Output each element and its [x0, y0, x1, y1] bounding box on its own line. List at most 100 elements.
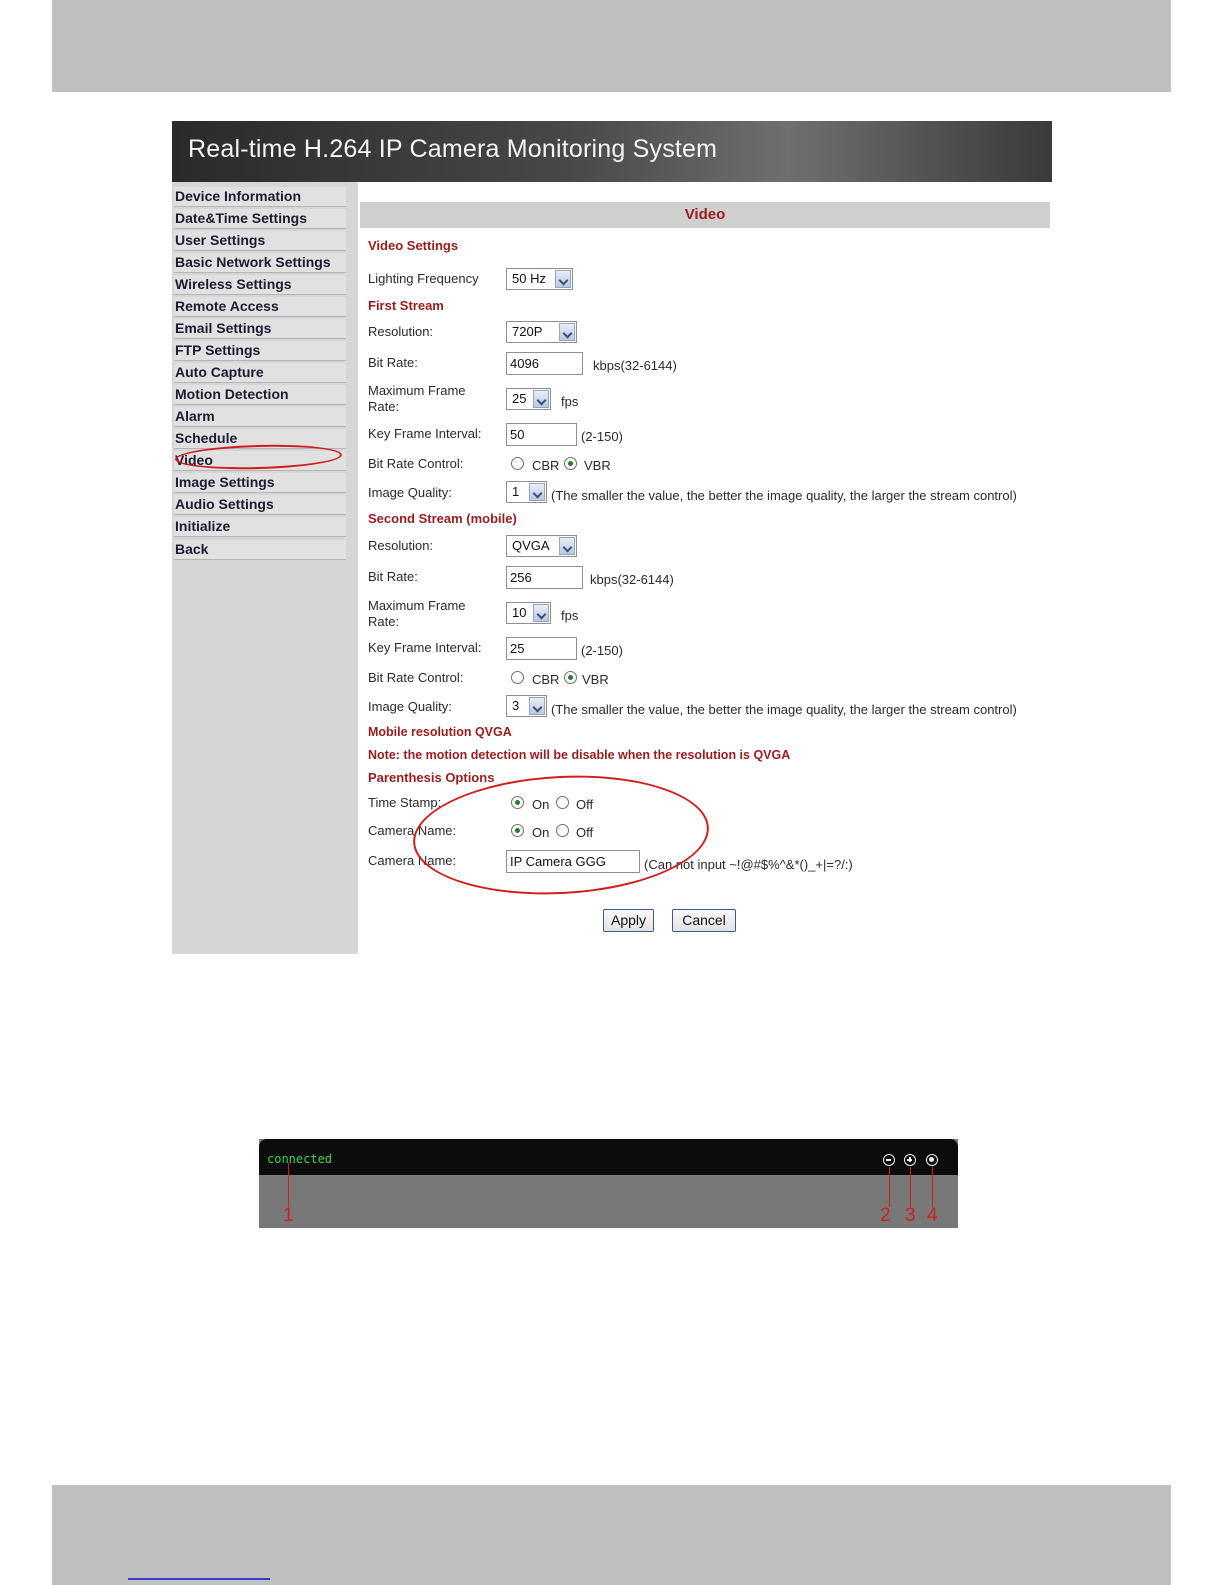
callout-label-4: 4: [927, 1205, 938, 1226]
sidebar-item-video[interactable]: Video: [174, 451, 346, 471]
zoom-in-icon[interactable]: [904, 1154, 916, 1166]
sidebar-item-image-settings[interactable]: Image Settings: [174, 473, 346, 493]
sidebar-item-alarm[interactable]: Alarm: [174, 407, 346, 427]
chevron-down-icon: [529, 697, 545, 715]
app-title: Real-time H.264 IP Camera Monitoring Sys…: [188, 135, 718, 163]
first-max-frame-rate-select[interactable]: 25: [506, 388, 551, 410]
first-cbr-radio[interactable]: [511, 457, 524, 470]
camera-name-off-radio[interactable]: [556, 824, 569, 837]
lighting-frequency-label: Lighting Frequency: [368, 271, 479, 286]
first-bit-rate-input[interactable]: 4096: [506, 352, 583, 375]
sidebar-item-audio-settings[interactable]: Audio Settings: [174, 495, 346, 515]
camera-name-hint: (Can not input ~!@#$%^&*()_+|=?/:): [644, 857, 853, 872]
motion-detection-note: Note: the motion detection will be disab…: [368, 748, 791, 762]
sidebar-item-schedule[interactable]: Schedule: [174, 429, 346, 449]
sidebar-item-user-settings[interactable]: User Settings: [174, 231, 346, 251]
camera-name-input[interactable]: IP Camera GGG: [506, 850, 640, 873]
callout-line-4: [932, 1167, 933, 1207]
mobile-resolution-note: Mobile resolution QVGA: [368, 725, 512, 739]
callout-line-2: [889, 1167, 890, 1207]
sidebar-item-auto-capture[interactable]: Auto Capture: [174, 363, 346, 383]
document-footer-band: [52, 1485, 1171, 1585]
second-cbr-radio[interactable]: [511, 671, 524, 684]
sidebar-item-ftp-settings[interactable]: FTP Settings: [174, 341, 346, 361]
second-bit-rate-input[interactable]: 256: [506, 566, 583, 589]
second-max-frame-rate-value: 10: [512, 605, 527, 620]
second-image-quality-select[interactable]: 3: [506, 695, 547, 717]
page-title: Video: [684, 206, 726, 223]
manual-page: Real-time H.264 IP Camera Monitoring Sys…: [0, 0, 1225, 1585]
callout-line-1: [288, 1163, 289, 1207]
lighting-frequency-select[interactable]: 50 Hz: [506, 268, 573, 290]
record-icon[interactable]: [926, 1154, 938, 1166]
chevron-down-icon: [559, 323, 575, 341]
sidebar-menu: Device Information Date&Time Settings Us…: [172, 182, 358, 954]
second-bit-rate-hint: kbps(32-6144): [590, 572, 674, 587]
first-image-quality-label: Image Quality:: [368, 485, 452, 500]
second-stream-heading: Second Stream (mobile): [368, 511, 517, 526]
camera-web-ui-screenshot: Real-time H.264 IP Camera Monitoring Sys…: [172, 121, 1052, 954]
chevron-down-icon: [559, 537, 575, 555]
first-fps-unit: fps: [561, 394, 579, 409]
first-key-frame-interval-label: Key Frame Interval:: [368, 426, 482, 441]
first-image-quality-hint: (The smaller the value, the better the i…: [551, 488, 1017, 503]
sidebar-item-email-settings[interactable]: Email Settings: [174, 319, 346, 339]
sidebar-item-remote-access[interactable]: Remote Access: [174, 297, 346, 317]
sidebar-item-wireless-settings[interactable]: Wireless Settings: [174, 275, 346, 295]
chevron-down-icon: [529, 483, 545, 501]
second-image-quality-value: 3: [512, 698, 520, 713]
second-cbr-label: CBR: [532, 672, 560, 687]
first-bit-rate-control-label: Bit Rate Control:: [368, 456, 464, 471]
footer-link-underline[interactable]: [128, 1578, 270, 1580]
video-settings-panel: Video Video Settings Lighting Frequency …: [360, 182, 1052, 954]
first-image-quality-value: 1: [512, 484, 520, 499]
parenthesis-options-heading: Parenthesis Options: [368, 770, 495, 785]
second-key-frame-interval-input[interactable]: 25: [506, 637, 577, 660]
camera-name-on-label: On: [532, 825, 550, 840]
first-image-quality-select[interactable]: 1: [506, 481, 547, 503]
first-max-frame-rate-value: 25: [512, 391, 527, 406]
first-resolution-select[interactable]: 720P: [506, 321, 577, 343]
second-key-frame-interval-hint: (2-150): [581, 643, 623, 658]
sidebar-item-back[interactable]: Back: [174, 540, 346, 560]
camera-name-toggle-label: Camera Name:: [368, 823, 457, 838]
time-stamp-off-label: Off: [576, 797, 594, 812]
first-max-frame-rate-label-line2: Rate:: [368, 399, 400, 414]
callout-line-3: [910, 1167, 911, 1207]
apply-button[interactable]: Apply: [603, 909, 654, 932]
first-resolution-value: 720P: [512, 324, 543, 339]
zoom-out-icon[interactable]: [883, 1154, 895, 1166]
sidebar-item-motion-detection[interactable]: Motion Detection: [174, 385, 346, 405]
first-stream-heading: First Stream: [368, 298, 444, 313]
second-resolution-select[interactable]: QVGA: [506, 535, 577, 557]
chevron-down-icon: [533, 604, 549, 622]
second-bit-rate-control-label: Bit Rate Control:: [368, 670, 464, 685]
second-image-quality-hint: (The smaller the value, the better the i…: [551, 702, 1017, 717]
camera-name-on-radio[interactable]: [511, 824, 524, 837]
chevron-down-icon: [533, 390, 549, 408]
second-max-frame-rate-label-line2: Rate:: [368, 614, 400, 629]
first-max-frame-rate-label-line1: Maximum Frame: [368, 383, 466, 398]
second-resolution-value: QVGA: [512, 538, 550, 553]
video-settings-heading: Video Settings: [368, 238, 459, 253]
second-max-frame-rate-select[interactable]: 10: [506, 602, 551, 624]
second-vbr-label: VBR: [582, 672, 609, 687]
cancel-button[interactable]: Cancel: [672, 909, 736, 932]
sidebar-item-initialize[interactable]: Initialize: [174, 517, 346, 537]
video-toolbar-strip: connected: [259, 1139, 958, 1175]
time-stamp-off-radio[interactable]: [556, 796, 569, 809]
camera-name-off-label: Off: [576, 825, 594, 840]
sidebar-item-basic-network-settings[interactable]: Basic Network Settings: [174, 253, 346, 273]
second-vbr-radio[interactable]: [564, 671, 577, 684]
sidebar-item-device-information[interactable]: Device Information: [174, 187, 346, 207]
camera-name-text-label: Camera Name:: [368, 853, 457, 868]
time-stamp-on-radio[interactable]: [511, 796, 524, 809]
video-player-toolbar-screenshot: connected 1 2 3 4: [259, 1139, 958, 1228]
first-vbr-radio[interactable]: [564, 457, 577, 470]
sidebar-item-date-time-settings[interactable]: Date&Time Settings: [174, 209, 346, 229]
second-fps-unit: fps: [561, 608, 579, 623]
second-image-quality-label: Image Quality:: [368, 699, 452, 714]
first-key-frame-interval-input[interactable]: 50: [506, 423, 577, 446]
first-bit-rate-hint: kbps(32-6144): [593, 358, 677, 373]
callout-label-3: 3: [905, 1205, 916, 1226]
